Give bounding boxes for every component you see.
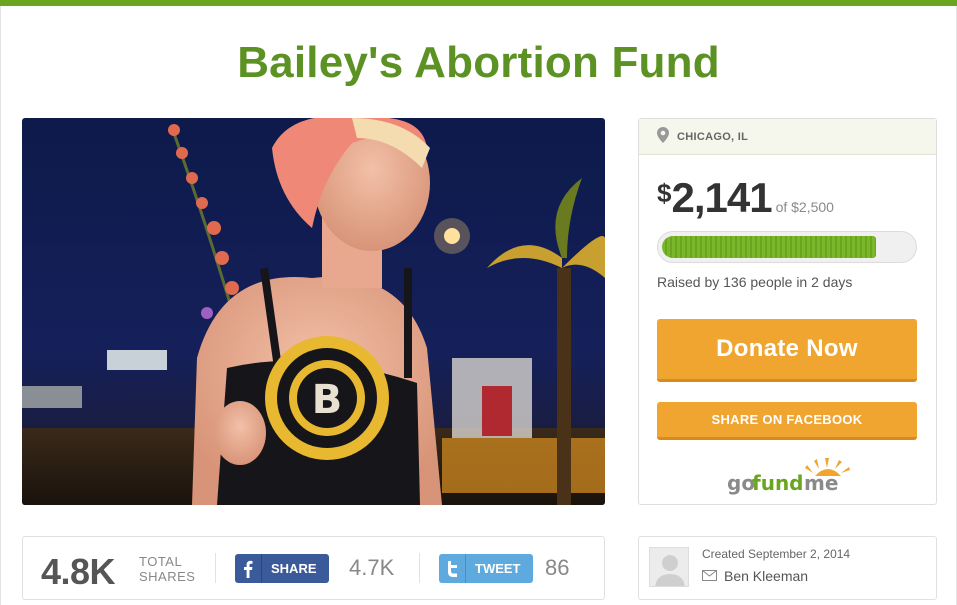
campaign-title: Bailey's Abortion Fund (237, 38, 720, 87)
total-label-line1: TOTAL (139, 554, 183, 569)
svg-text:go: go (727, 471, 755, 495)
facebook-share-button[interactable]: SHARE (235, 554, 329, 583)
map-pin-icon (657, 127, 671, 146)
donate-now-button[interactable]: Donate Now (657, 319, 917, 382)
donation-card: CHICAGO, IL $ 2,141 of $2,500 Raised by … (638, 118, 937, 505)
envelope-icon (702, 568, 718, 584)
svg-text:B: B (312, 377, 343, 423)
amount-raised-row: $ 2,141 of $2,500 (657, 174, 834, 222)
tweet-button[interactable]: TWEET (439, 554, 533, 583)
campaign-photo: B (22, 118, 605, 505)
divider (419, 553, 420, 583)
total-shares-label: TOTAL SHARES (139, 554, 195, 584)
share-bar: 4.8K TOTAL SHARES SHARE 4.7K TWEET 86 (22, 536, 605, 600)
creator-card: Created September 2, 2014 Ben Kleeman (638, 536, 937, 600)
location-bar: CHICAGO, IL (639, 119, 936, 155)
goal-text: of $2,500 (775, 199, 834, 215)
currency-symbol: $ (657, 178, 672, 208)
facebook-share-count: 4.7K (349, 555, 395, 580)
gofundme-logo[interactable]: go fund me (725, 454, 855, 496)
raised-summary: Raised by 136 people in 2 days (657, 274, 853, 290)
amount-raised: 2,141 (671, 174, 772, 221)
progress-bar (657, 231, 917, 263)
facebook-icon (235, 554, 262, 583)
organizer-contact[interactable]: Ben Kleeman (702, 568, 808, 584)
total-label-line2: SHARES (139, 569, 196, 584)
tweet-label: TWEET (475, 561, 521, 576)
organizer-name: Ben Kleeman (724, 568, 809, 584)
svg-text:me: me (804, 471, 838, 495)
user-silhouette-icon[interactable] (649, 547, 689, 587)
divider (215, 553, 216, 583)
twitter-icon (439, 554, 466, 583)
progress-fill (662, 236, 876, 258)
svg-text:fund: fund (752, 471, 804, 495)
total-shares-count: 4.8K (41, 551, 116, 592)
tweet-count: 86 (545, 555, 570, 580)
created-date: Created September 2, 2014 (702, 547, 851, 561)
share-on-facebook-button[interactable]: SHARE ON FACEBOOK (657, 402, 917, 440)
location-text: CHICAGO, IL (677, 130, 749, 143)
facebook-share-label: SHARE (271, 561, 317, 576)
